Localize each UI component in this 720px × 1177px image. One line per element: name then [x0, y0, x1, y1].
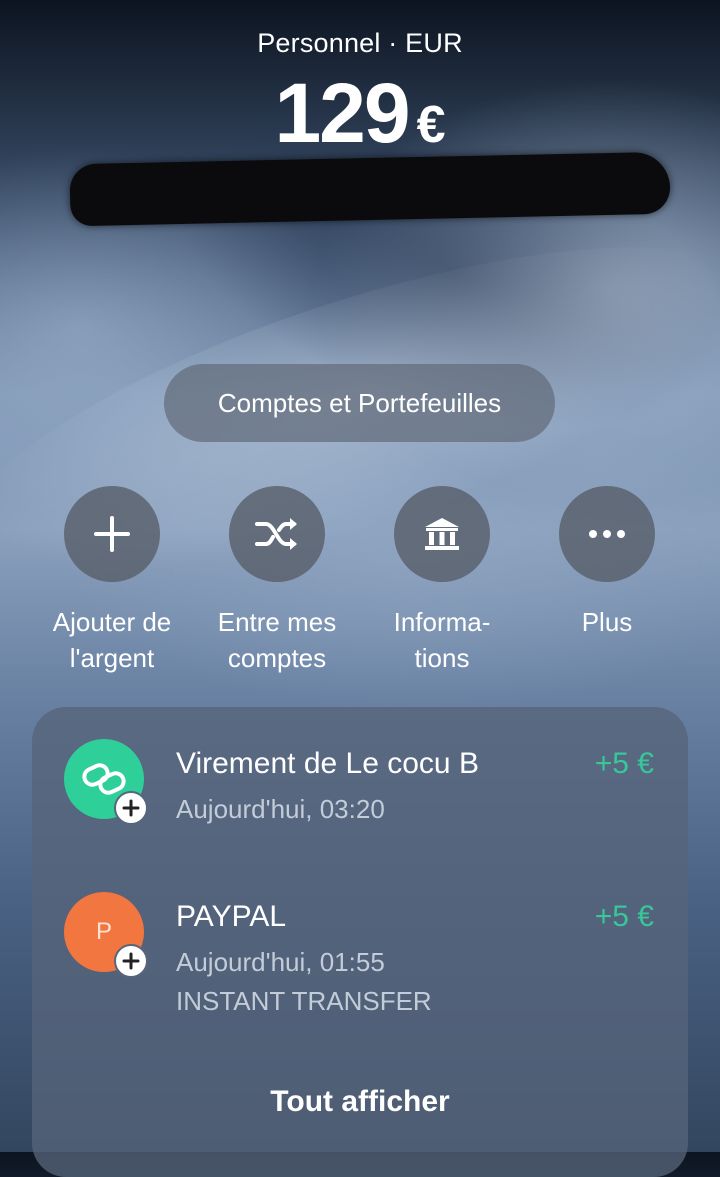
redaction-mark	[69, 151, 671, 227]
add-money-label-line1: Ajouter de	[52, 607, 172, 637]
information-button[interactable]	[394, 486, 490, 582]
add-money-button[interactable]	[64, 486, 160, 582]
more-label-line1: Plus	[581, 607, 633, 637]
balance-value: 129	[274, 66, 410, 160]
information-label-line1: Informa-	[393, 607, 491, 637]
account-label: Personnel · EUR	[257, 28, 463, 58]
transaction-amount: +5 €	[594, 900, 654, 933]
transaction-amount: +5 €	[594, 747, 654, 780]
shuffle-icon	[255, 518, 297, 550]
more-icon	[589, 530, 625, 538]
transfer-label-line2: comptes	[227, 643, 327, 673]
transfer-label: Entre mes comptes	[192, 604, 362, 676]
add-money-label: Ajouter de l'argent	[27, 604, 197, 676]
information-label-line2: tions	[414, 643, 470, 673]
transaction-date: Aujourd'hui, 01:55	[176, 947, 385, 977]
transaction-date: Aujourd'hui, 03:20	[176, 794, 385, 824]
information-label: Informa- tions	[357, 604, 527, 676]
more-button[interactable]	[559, 486, 655, 582]
transfer-between-accounts-action[interactable]: Entre mes comptes	[192, 486, 362, 676]
avatar-letter: P	[95, 918, 112, 945]
more-label: Plus	[522, 604, 692, 640]
transaction-title: Virement de Le cocu B	[176, 747, 479, 780]
transfer-between-accounts-button[interactable]	[229, 486, 325, 582]
add-money-action[interactable]: Ajouter de l'argent	[27, 486, 197, 676]
balance-currency: €	[416, 96, 446, 154]
link-icon	[82, 763, 126, 795]
balance-header[interactable]: Personnel · EUR 129 €	[0, 28, 720, 162]
add-badge-icon	[114, 791, 148, 825]
add-money-label-line2: l'argent	[69, 643, 155, 673]
transactions-card: Virement de Le cocu B Aujourd'hui, 03:20…	[32, 707, 688, 1177]
add-badge-icon	[114, 944, 148, 978]
bank-icon	[425, 518, 459, 550]
see-all-button[interactable]: Tout afficher	[32, 1085, 688, 1119]
transaction-detail: INSTANT TRANSFER	[176, 986, 432, 1016]
plus-icon	[94, 516, 130, 552]
transfer-label-line1: Entre mes	[217, 607, 337, 637]
balance-amount: 129 €	[0, 65, 720, 162]
information-action[interactable]: Informa- tions	[357, 486, 527, 676]
more-action[interactable]: Plus	[522, 486, 692, 640]
transaction-title: PAYPAL	[176, 900, 287, 933]
accounts-wallets-button[interactable]: Comptes et Portefeuilles	[164, 364, 555, 442]
